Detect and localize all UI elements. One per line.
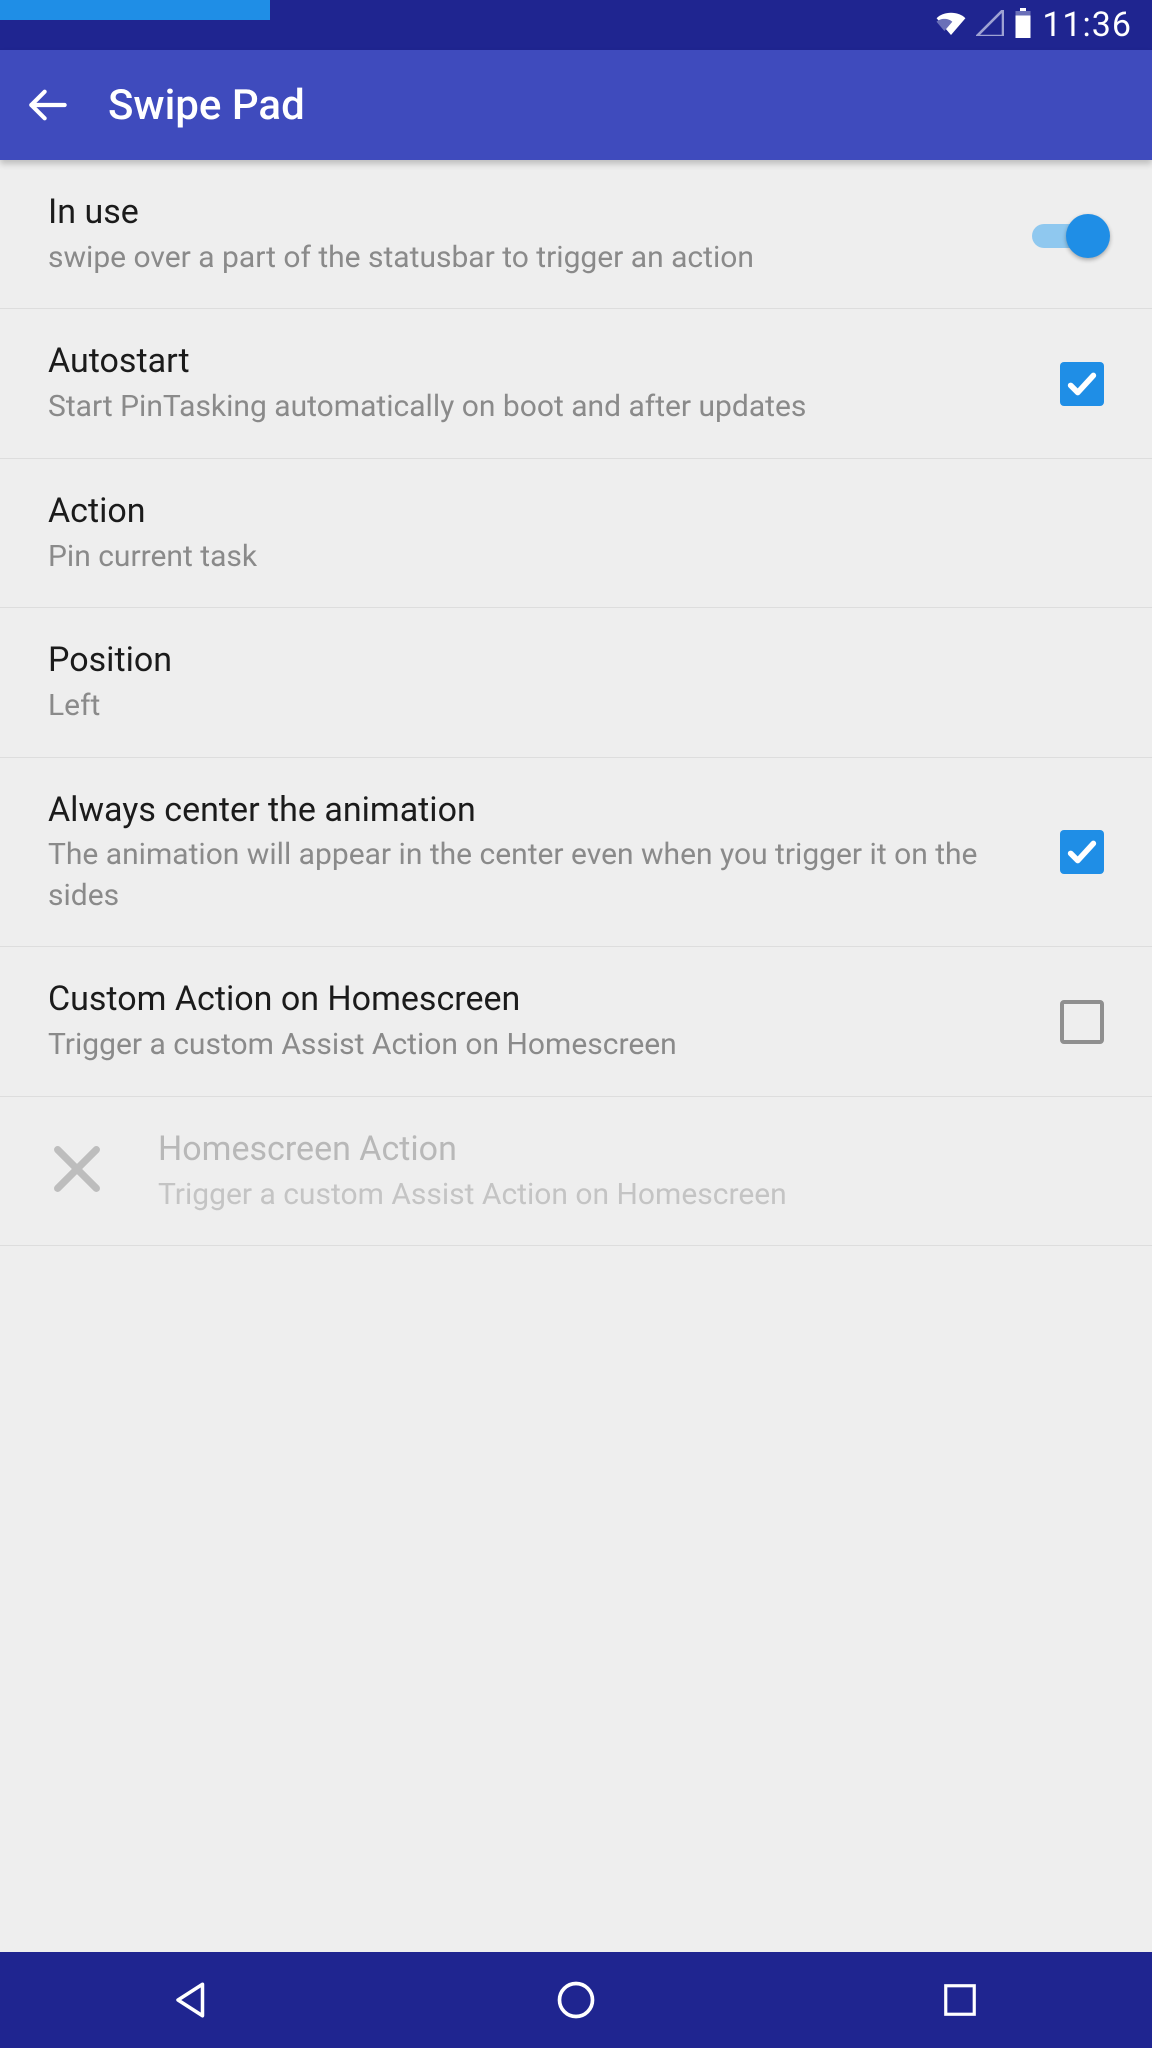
setting-center-animation[interactable]: Always center the animation The animatio… xyxy=(0,758,1152,948)
setting-title: In use xyxy=(48,190,990,236)
setting-subtitle: Trigger a custom Assist Action on Homesc… xyxy=(48,1025,990,1066)
setting-subtitle: Left xyxy=(48,686,1080,727)
navigation-bar xyxy=(0,1952,1152,2048)
setting-title: Action xyxy=(48,489,1080,535)
setting-title: Custom Action on Homescreen xyxy=(48,977,990,1023)
close-icon xyxy=(48,1140,106,1202)
setting-subtitle: Pin current task xyxy=(48,537,1080,578)
center-animation-checkbox[interactable] xyxy=(1060,830,1104,874)
setting-title: Position xyxy=(48,638,1080,684)
setting-subtitle: Trigger a custom Assist Action on Homesc… xyxy=(158,1175,1080,1216)
settings-list: In use swipe over a part of the statusba… xyxy=(0,160,1152,1952)
setting-subtitle: swipe over a part of the statusbar to tr… xyxy=(48,238,990,279)
setting-title: Homescreen Action xyxy=(158,1127,1080,1173)
back-button[interactable] xyxy=(24,81,72,129)
setting-in-use[interactable]: In use swipe over a part of the statusba… xyxy=(0,160,1152,309)
nav-home-button[interactable] xyxy=(496,1965,656,2035)
setting-title: Always center the animation xyxy=(48,788,990,834)
setting-subtitle: Start PinTasking automatically on boot a… xyxy=(48,387,990,428)
setting-position[interactable]: Position Left xyxy=(0,608,1152,757)
setting-action[interactable]: Action Pin current task xyxy=(0,459,1152,608)
setting-title: Autostart xyxy=(48,339,990,385)
progress-indicator xyxy=(0,0,270,20)
cell-signal-icon xyxy=(976,10,1004,40)
app-bar: Swipe Pad xyxy=(0,50,1152,160)
nav-back-button[interactable] xyxy=(112,1965,272,2035)
setting-subtitle: The animation will appear in the center … xyxy=(48,835,990,916)
setting-custom-action[interactable]: Custom Action on Homescreen Trigger a cu… xyxy=(0,947,1152,1096)
battery-icon xyxy=(1014,8,1032,42)
status-bar: 11:36 xyxy=(0,0,1152,50)
wifi-icon xyxy=(936,11,966,39)
app-title: Swipe Pad xyxy=(108,81,305,130)
autostart-checkbox[interactable] xyxy=(1060,362,1104,406)
in-use-switch[interactable] xyxy=(1032,214,1104,254)
setting-homescreen-action: Homescreen Action Trigger a custom Assis… xyxy=(0,1097,1152,1246)
nav-recent-button[interactable] xyxy=(880,1965,1040,2035)
custom-action-checkbox[interactable] xyxy=(1060,1000,1104,1044)
status-time: 11:36 xyxy=(1042,5,1132,45)
setting-autostart[interactable]: Autostart Start PinTasking automatically… xyxy=(0,309,1152,458)
